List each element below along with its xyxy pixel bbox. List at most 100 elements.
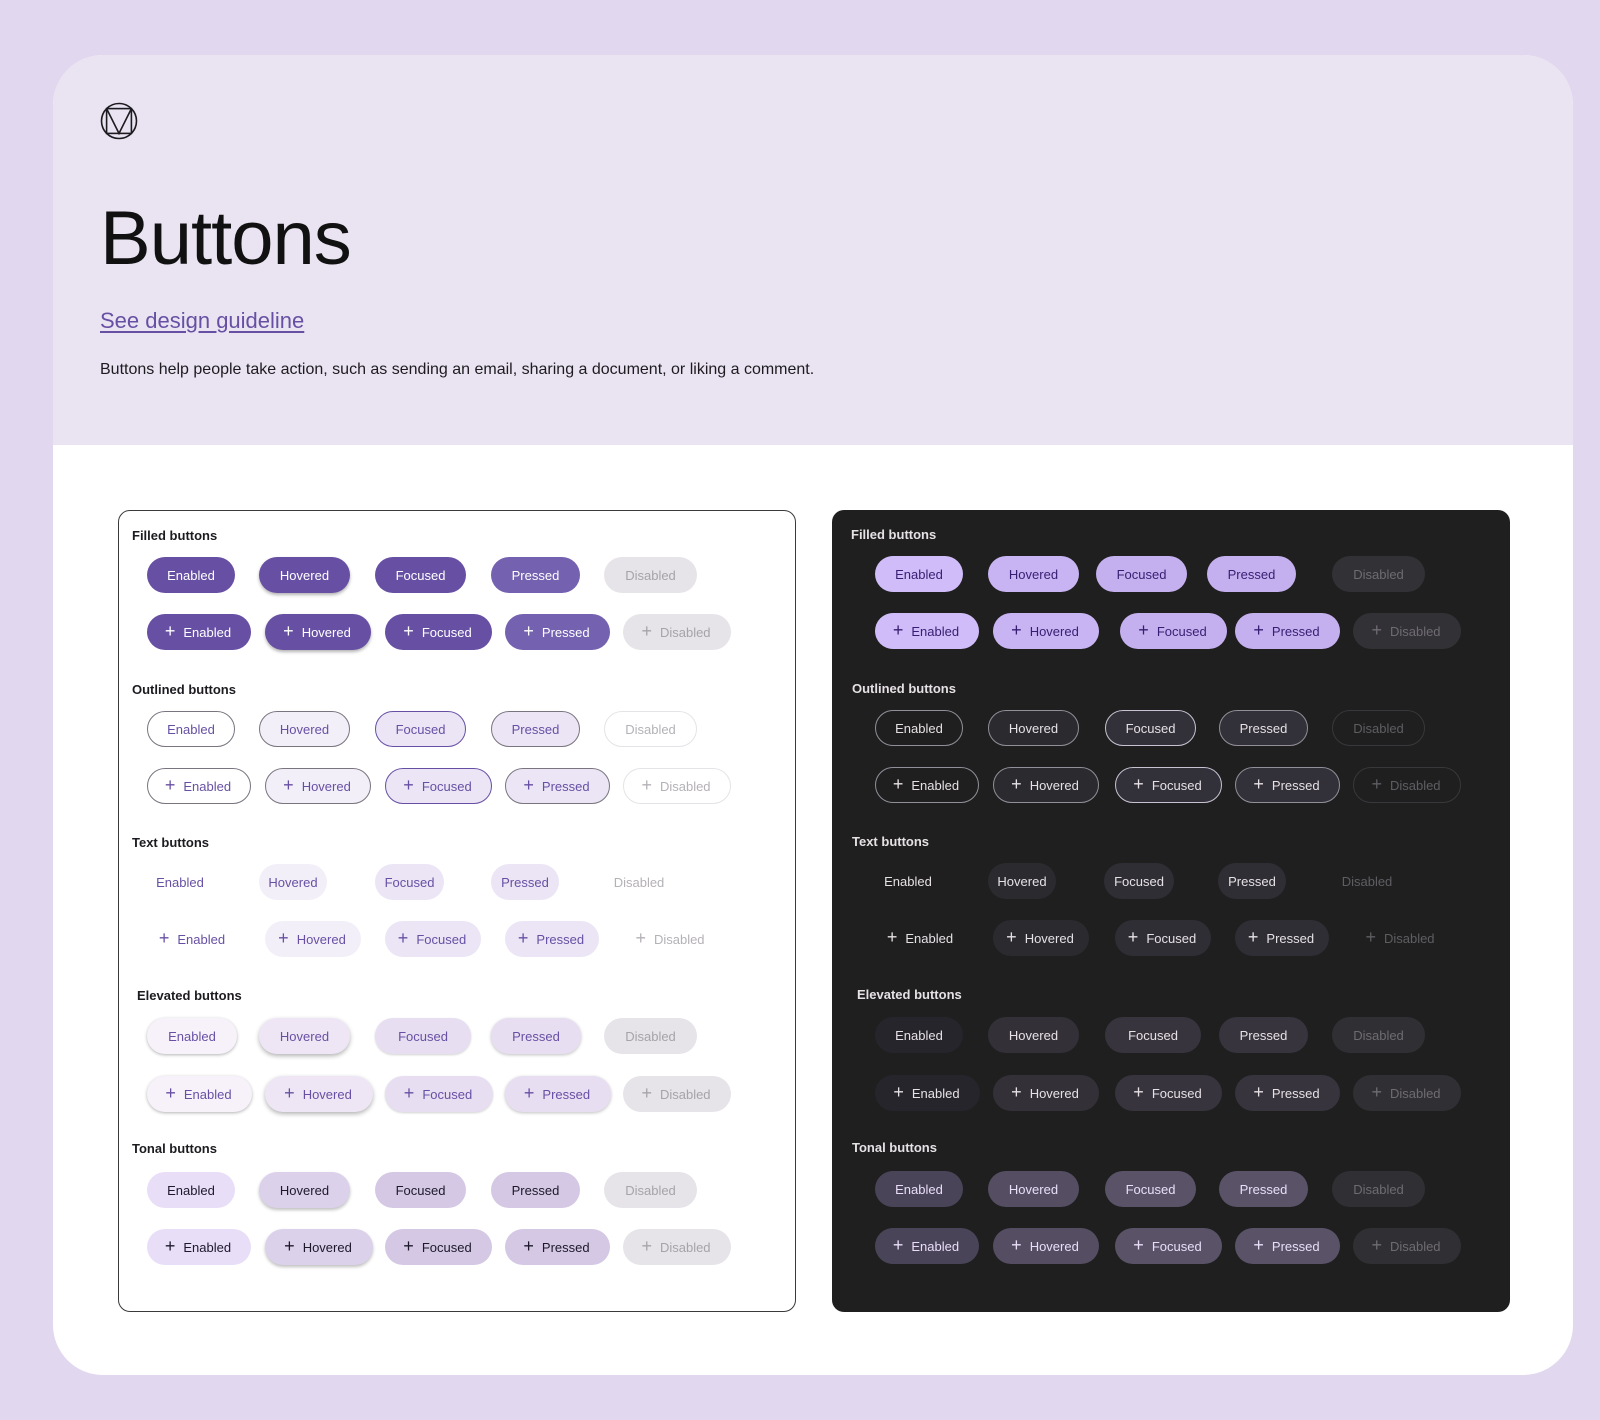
elevated-icon-enabled-button[interactable]: + Enabled: [147, 1076, 252, 1112]
elevated-icon-focused-button[interactable]: + Focused: [1115, 1075, 1222, 1111]
elevated-icon-hovered-button[interactable]: + Hovered: [993, 1075, 1099, 1111]
light-theme-panel: Filled buttons Enabled + Enabled Hovered + Hov…: [118, 510, 796, 1312]
elevated-icon-hovered-button[interactable]: + Hovered: [265, 1076, 373, 1112]
outlined-icon-enabled-button[interactable]: + Enabled: [875, 767, 979, 803]
elevated-focused-button[interactable]: Focused: [1105, 1017, 1201, 1053]
outlined-pressed-button[interactable]: Pressed: [491, 711, 580, 747]
outlined-icon-focused-button[interactable]: + Focused: [1115, 767, 1222, 803]
add-icon: +: [284, 1236, 295, 1256]
text-icon-hovered-button[interactable]: + Hovered: [265, 921, 361, 957]
tonal-icon-focused-button[interactable]: + Focused: [1115, 1228, 1222, 1264]
outlined-hovered-button[interactable]: Hovered: [988, 710, 1079, 746]
tonal-enabled-button[interactable]: Enabled: [875, 1171, 963, 1207]
elevated-icon-pressed-button[interactable]: + Pressed: [505, 1076, 611, 1112]
elevated-pressed-button[interactable]: Pressed: [1219, 1017, 1308, 1053]
tonal-icon-enabled-button[interactable]: + Enabled: [147, 1229, 251, 1265]
tonal-focused-button[interactable]: Focused: [1105, 1171, 1196, 1207]
elevated-hovered-button[interactable]: Hovered: [259, 1018, 350, 1054]
text-hovered-button[interactable]: Hovered: [259, 864, 327, 900]
filled-enabled-button[interactable]: Enabled: [875, 556, 963, 592]
text-focused-button[interactable]: Focused: [1104, 863, 1174, 899]
filled-enabled-button[interactable]: Enabled: [147, 557, 235, 593]
text-focused-button[interactable]: Focused: [375, 864, 444, 900]
design-guideline-link[interactable]: See design guideline: [100, 308, 304, 334]
text-enabled-button[interactable]: Enabled: [875, 863, 941, 899]
text-icon-enabled-button[interactable]: + Enabled: [147, 921, 239, 957]
elevated-pressed-button[interactable]: Pressed: [491, 1018, 581, 1054]
tonal-enabled-button[interactable]: Enabled: [147, 1172, 235, 1208]
elevated-icon-enabled-button[interactable]: + Enabled: [875, 1075, 980, 1111]
outlined-icon-enabled-button[interactable]: + Enabled: [147, 768, 251, 804]
filled-icon-enabled-button[interactable]: + Enabled: [875, 613, 979, 649]
filled-icon-hovered-button[interactable]: + Hovered: [993, 613, 1099, 649]
filled-pressed-button[interactable]: Pressed: [1207, 556, 1296, 592]
add-icon: +: [283, 621, 294, 641]
add-icon: +: [892, 620, 904, 640]
filled-icon-hovered-button[interactable]: + Hovered: [265, 614, 371, 650]
tonal-focused-button[interactable]: Focused: [375, 1172, 466, 1208]
tonal-icon-disabled-button: + Disabled: [1353, 1228, 1461, 1264]
tonal-pressed-button[interactable]: Pressed: [491, 1172, 580, 1208]
button-label: Focused: [395, 567, 446, 583]
text-icon-pressed-button[interactable]: + Pressed: [1235, 920, 1329, 956]
filled-icon-pressed-button[interactable]: + Pressed: [1235, 613, 1340, 649]
button-label: Disabled: [659, 778, 711, 794]
outlined-icon-pressed-button[interactable]: + Pressed: [505, 768, 610, 804]
text-icon-focused-button[interactable]: + Focused: [1115, 920, 1211, 956]
text-icon-pressed-button[interactable]: + Pressed: [505, 921, 599, 957]
outlined-icon-pressed-button[interactable]: + Pressed: [1235, 767, 1340, 803]
elevated-focused-button[interactable]: Focused: [375, 1018, 471, 1054]
filled-icon-pressed-button[interactable]: + Pressed: [505, 614, 610, 650]
button-label: Hovered: [302, 1086, 352, 1102]
button-label: Enabled: [911, 1085, 960, 1101]
tonal-icon-hovered-button[interactable]: + Hovered: [993, 1228, 1099, 1264]
filled-focused-button[interactable]: Focused: [375, 557, 466, 593]
text-hovered-button[interactable]: Hovered: [988, 863, 1056, 899]
elevated-icon-focused-button[interactable]: + Focused: [385, 1076, 493, 1112]
tonal-icon-enabled-button[interactable]: + Enabled: [875, 1228, 979, 1264]
button-label: Pressed: [511, 721, 560, 737]
text-icon-hovered-button[interactable]: + Hovered: [993, 920, 1089, 956]
filled-focused-button[interactable]: Focused: [1096, 556, 1187, 592]
button-label: Hovered: [1008, 1181, 1059, 1197]
tonal-hovered-button[interactable]: Hovered: [259, 1172, 350, 1208]
outlined-focused-button[interactable]: Focused: [375, 711, 466, 747]
filled-hovered-button[interactable]: Hovered: [259, 557, 350, 593]
text-icon-enabled-button[interactable]: + Enabled: [875, 920, 967, 956]
elevated-enabled-button[interactable]: Enabled: [875, 1017, 963, 1053]
text-pressed-button[interactable]: Pressed: [1218, 863, 1286, 899]
text-icon-focused-button[interactable]: + Focused: [385, 921, 481, 957]
outlined-icon-hovered-button[interactable]: + Hovered: [993, 767, 1099, 803]
outlined-focused-button[interactable]: Focused: [1105, 710, 1196, 746]
outlined-icon-hovered-button[interactable]: + Hovered: [265, 768, 371, 804]
tonal-hovered-button[interactable]: Hovered: [988, 1171, 1079, 1207]
tonal-icon-hovered-button[interactable]: + Hovered: [265, 1229, 373, 1265]
button-label: Enabled: [177, 931, 226, 947]
filled-icon-enabled-button[interactable]: + Enabled: [147, 614, 251, 650]
filled-icon-focused-button[interactable]: + Focused: [385, 614, 492, 650]
text-enabled-button[interactable]: Enabled: [147, 864, 213, 900]
outlined-hovered-button[interactable]: Hovered: [259, 711, 350, 747]
text-pressed-button[interactable]: Pressed: [491, 864, 559, 900]
outlined-pressed-button[interactable]: Pressed: [1219, 710, 1308, 746]
elevated-hovered-button[interactable]: Hovered: [988, 1017, 1079, 1053]
elevated-icon-pressed-button[interactable]: + Pressed: [1235, 1075, 1340, 1111]
filled-icon-disabled-button: + Disabled: [623, 614, 731, 650]
filled-hovered-button[interactable]: Hovered: [988, 556, 1079, 592]
outlined-enabled-button[interactable]: Enabled: [147, 711, 235, 747]
tonal-icon-pressed-button[interactable]: + Pressed: [505, 1229, 610, 1265]
tonal-icon-pressed-button[interactable]: + Pressed: [1235, 1228, 1340, 1264]
filled-pressed-button[interactable]: Pressed: [491, 557, 580, 593]
add-icon: +: [1133, 774, 1144, 794]
elevated-enabled-button[interactable]: Enabled: [147, 1018, 237, 1054]
button-label: Pressed: [1239, 1027, 1288, 1043]
outlined-enabled-button[interactable]: Enabled: [875, 710, 963, 746]
filled-icon-focused-button[interactable]: + Focused: [1120, 613, 1227, 649]
elevated-icon-disabled-button: + Disabled: [1353, 1075, 1461, 1111]
button-label: Hovered: [997, 873, 1047, 889]
button-label: Focused: [384, 874, 435, 890]
tonal-pressed-button[interactable]: Pressed: [1219, 1171, 1308, 1207]
tonal-icon-focused-button[interactable]: + Focused: [385, 1229, 492, 1265]
page-title: Buttons: [100, 196, 352, 281]
outlined-icon-focused-button[interactable]: + Focused: [385, 768, 492, 804]
